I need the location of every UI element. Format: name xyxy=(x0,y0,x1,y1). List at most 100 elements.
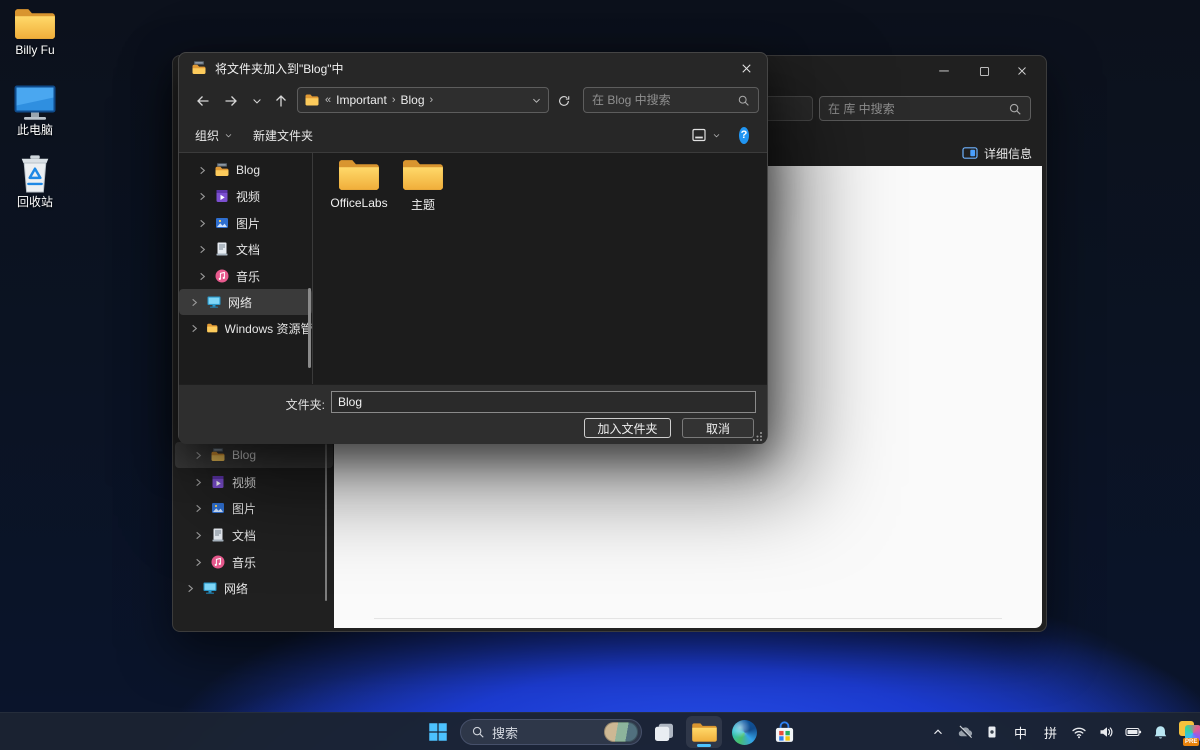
videos-icon xyxy=(214,188,230,204)
start-button[interactable] xyxy=(420,716,456,748)
ime-mode-button[interactable]: 拼 xyxy=(1037,717,1064,747)
back-button[interactable] xyxy=(191,89,215,113)
tree-item-blog[interactable]: Blog xyxy=(175,442,333,468)
chevron-up-icon xyxy=(931,725,945,739)
folder-name-input[interactable] xyxy=(331,391,756,413)
chevron-down-icon[interactable] xyxy=(531,95,542,106)
tree-item-pictures[interactable]: 图片 xyxy=(175,495,333,521)
wifi-icon xyxy=(1071,724,1087,740)
minimize-button[interactable] xyxy=(928,60,960,82)
task-view-icon xyxy=(652,720,676,744)
folder-name-label: 文件夹: xyxy=(241,396,325,413)
tree-item-pictures[interactable]: 图片 xyxy=(179,210,312,236)
search-icon xyxy=(737,94,750,107)
taskbar-search[interactable]: 搜索 xyxy=(460,719,642,745)
close-button[interactable] xyxy=(1006,60,1038,82)
desktop-icon-this-pc[interactable]: 此电脑 xyxy=(0,84,70,137)
forward-button[interactable] xyxy=(219,89,243,113)
refresh-icon xyxy=(557,94,571,108)
chevron-down-icon xyxy=(224,131,233,140)
breadcrumb-blog[interactable]: Blog xyxy=(401,93,425,107)
chevron-right-icon xyxy=(197,244,208,255)
dialog-title: 将文件夹加入到"Blog"中 xyxy=(215,60,344,77)
tree-item-network[interactable]: 网络 xyxy=(175,575,333,601)
chevron-right-icon xyxy=(193,557,204,568)
tree-item-windows-explorer[interactable]: Windows 资源管理器 xyxy=(179,315,312,341)
tree-item-documents[interactable]: 文档 xyxy=(175,522,333,548)
tree-item-music[interactable]: 音乐 xyxy=(179,263,312,289)
breadcrumb-collapse[interactable]: « xyxy=(325,94,331,106)
search-icon xyxy=(1008,102,1022,116)
tree-item-label: 音乐 xyxy=(236,268,260,285)
sidebar-scrollbar[interactable] xyxy=(325,444,327,601)
help-button[interactable]: ? xyxy=(733,123,755,147)
file-item-officelabs[interactable]: OfficeLabs xyxy=(329,157,389,210)
tree-item-label: 音乐 xyxy=(232,554,256,571)
cloud-off-icon xyxy=(956,723,974,741)
onedrive-tray-button[interactable] xyxy=(953,717,977,747)
tree-item-network[interactable]: 网络 xyxy=(179,289,312,315)
address-bar[interactable]: « Important › Blog › xyxy=(297,87,549,113)
maximize-button[interactable] xyxy=(968,60,1000,82)
store-icon xyxy=(772,720,797,745)
view-mode-button[interactable] xyxy=(685,123,727,147)
search-icon xyxy=(471,725,485,739)
tree-item-label: 文档 xyxy=(236,241,260,258)
back-arrow-icon xyxy=(195,93,211,109)
tree-item-documents[interactable]: 文档 xyxy=(179,236,312,262)
pictures-icon xyxy=(214,215,230,231)
dialog-close-button[interactable] xyxy=(725,53,767,83)
file-item-label: OfficeLabs xyxy=(329,196,389,210)
library-icon xyxy=(210,447,226,463)
search-highlight-image xyxy=(604,722,638,742)
device-tray-button[interactable] xyxy=(980,717,1004,747)
refresh-button[interactable] xyxy=(553,90,575,112)
new-folder-button[interactable]: 新建文件夹 xyxy=(247,123,319,147)
resize-grip-icon[interactable] xyxy=(753,431,763,441)
forward-arrow-icon xyxy=(223,93,239,109)
library-search-input[interactable] xyxy=(828,102,1008,116)
help-icon: ? xyxy=(739,127,749,144)
dialog-title-bar: 将文件夹加入到"Blog"中 xyxy=(179,53,767,83)
tree-item-videos[interactable]: 视频 xyxy=(175,469,333,495)
task-view-button[interactable] xyxy=(646,716,682,748)
breadcrumb-separator[interactable]: › xyxy=(392,94,396,106)
tree-item-label: Blog xyxy=(236,163,260,177)
wifi-button[interactable] xyxy=(1067,717,1091,747)
network-icon xyxy=(206,294,222,310)
up-button[interactable] xyxy=(269,89,293,113)
recent-locations-button[interactable] xyxy=(245,89,269,113)
dialog-search-input[interactable] xyxy=(592,93,737,107)
tray-overflow-button[interactable] xyxy=(926,717,950,747)
videos-icon xyxy=(210,474,226,490)
add-folder-button[interactable]: 加入文件夹 xyxy=(584,418,671,438)
desktop-icon-billy-fu[interactable]: Billy Fu xyxy=(0,6,70,57)
file-item-theme[interactable]: 主题 xyxy=(393,157,453,213)
store-button[interactable] xyxy=(766,716,802,748)
details-toggle[interactable]: 详细信息 xyxy=(962,142,1032,164)
recycle-bin-icon xyxy=(16,152,54,194)
notifications-button[interactable] xyxy=(1148,717,1172,747)
dialog-search-box[interactable] xyxy=(583,87,759,113)
edge-button[interactable] xyxy=(726,716,762,748)
sidebar-scrollbar[interactable] xyxy=(308,288,311,368)
preview-badge: PRE xyxy=(1183,738,1199,746)
file-explorer-icon xyxy=(691,721,718,744)
ime-language-button[interactable]: 中 xyxy=(1007,717,1034,747)
volume-button[interactable] xyxy=(1094,717,1118,747)
tree-item-videos[interactable]: 视频 xyxy=(179,183,312,209)
library-search-box[interactable] xyxy=(819,96,1031,121)
taskbar: 搜索 中 xyxy=(0,712,1200,750)
battery-button[interactable] xyxy=(1121,717,1145,747)
tree-item-blog[interactable]: Blog xyxy=(179,157,312,183)
tree-item-music[interactable]: 音乐 xyxy=(175,549,333,575)
cancel-button[interactable]: 取消 xyxy=(682,418,754,438)
preview-app-icon: PRE xyxy=(1177,719,1200,745)
desktop-icon-recycle-bin[interactable]: 回收站 xyxy=(0,152,70,209)
breadcrumb-separator[interactable]: › xyxy=(430,94,434,106)
file-explorer-button[interactable] xyxy=(686,716,722,748)
edge-icon xyxy=(732,720,757,745)
breadcrumb-important[interactable]: Important xyxy=(336,93,387,107)
preview-app-button[interactable]: PRE xyxy=(1175,717,1200,747)
organize-menu-button[interactable]: 组织 xyxy=(189,123,239,147)
